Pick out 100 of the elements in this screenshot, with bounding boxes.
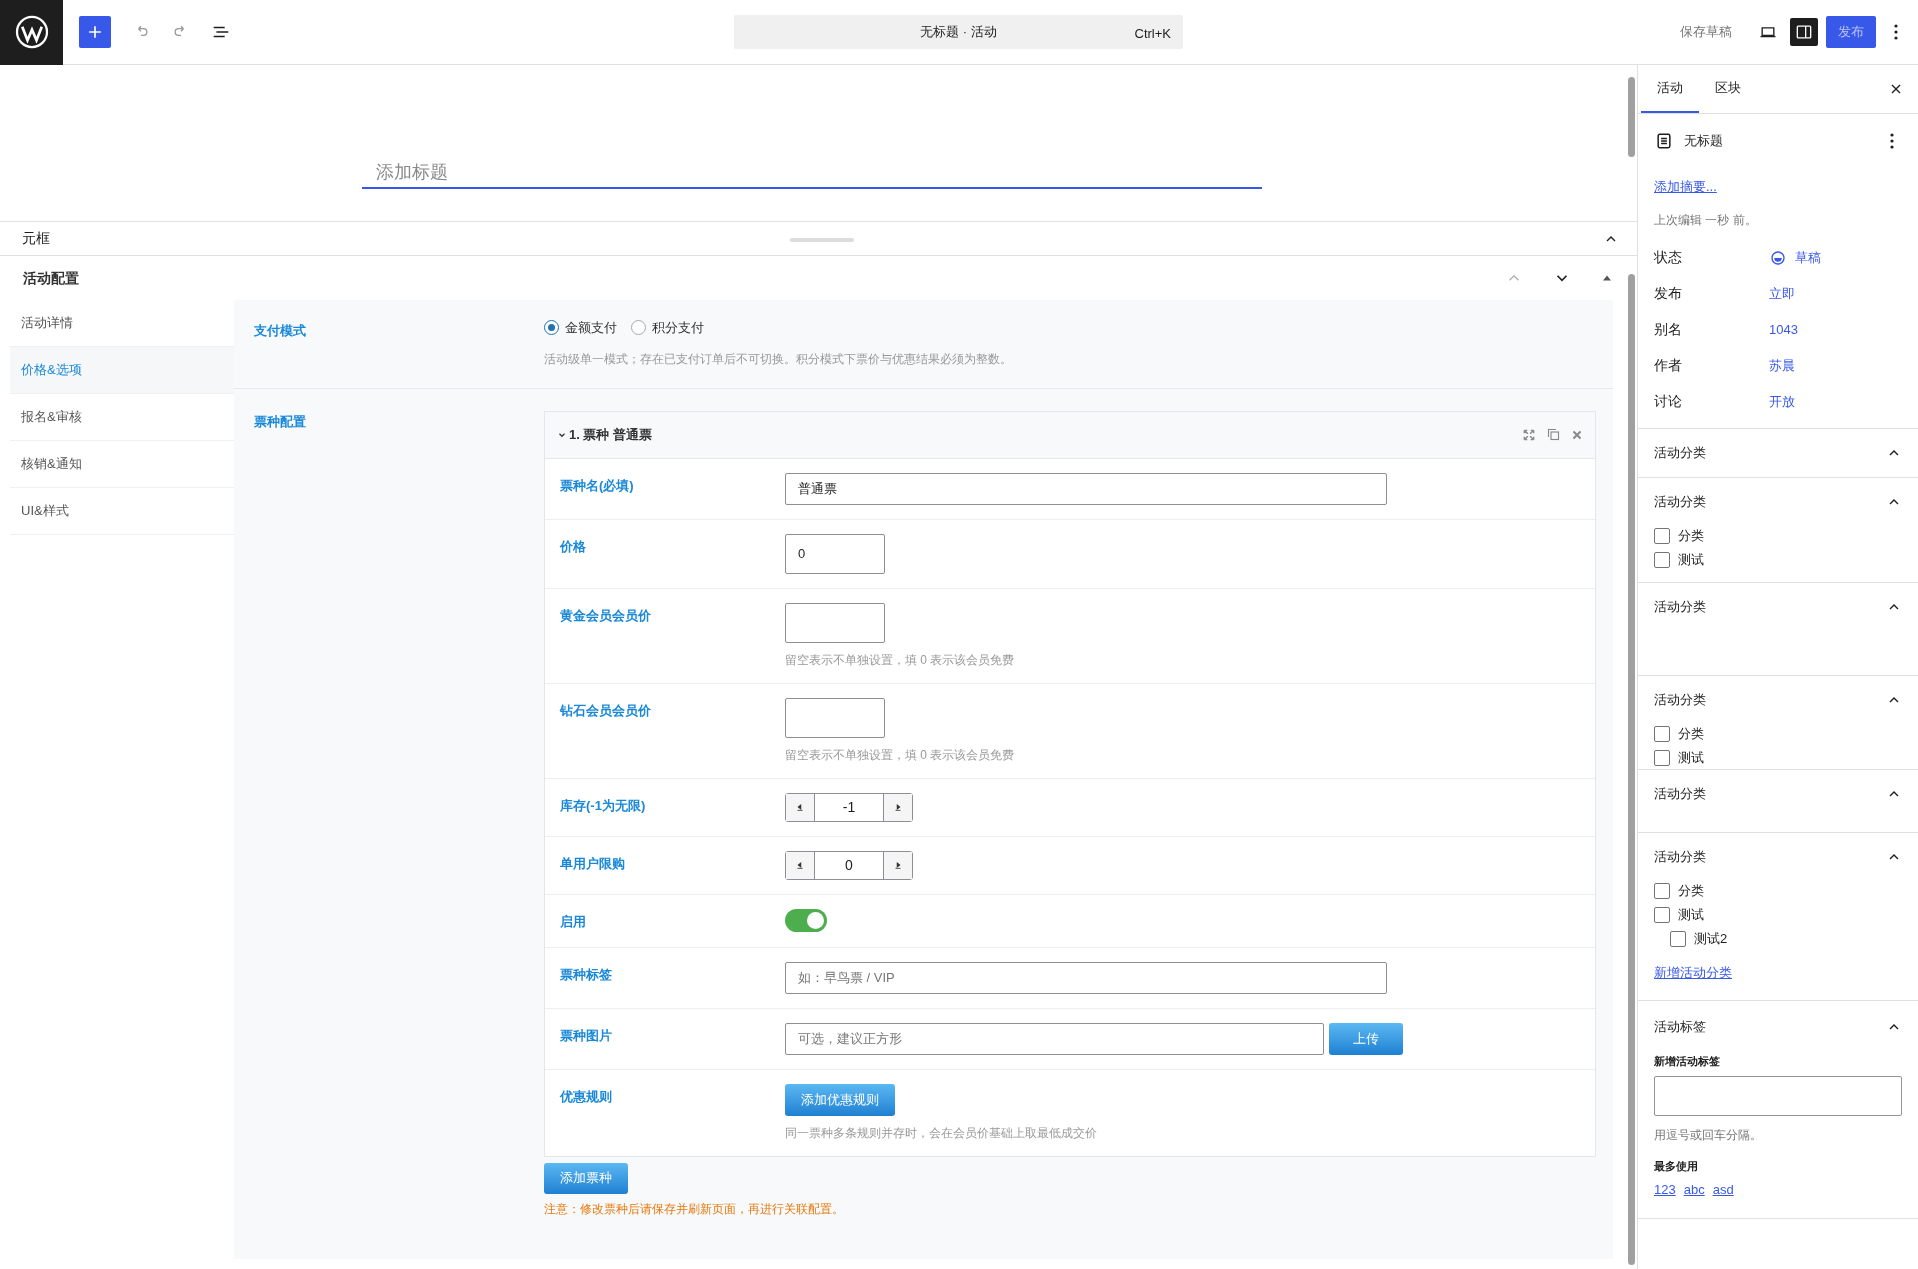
checkbox[interactable] (1654, 749, 1670, 766)
increment-icon (893, 860, 903, 870)
panel-title: 活动标签 (1654, 1018, 1706, 1037)
checkbox-option[interactable]: 测试2 (1670, 926, 1902, 951)
draft-status-icon (1769, 248, 1787, 267)
number-field[interactable]: 0 (815, 854, 883, 876)
checkbox[interactable] (1654, 882, 1670, 899)
meta-label: 状态 (1654, 248, 1683, 267)
nav-tab[interactable]: 价格&选项 (10, 347, 234, 394)
stepper-field[interactable]: -1 (785, 792, 913, 822)
last-edited-text: 上次编辑 一秒 前。 (1654, 211, 1758, 229)
sidebar-toggle-button[interactable] (1790, 18, 1818, 46)
text-field[interactable]: 如：早鸟票 / VIP (785, 961, 1387, 994)
field-label: 优惠规则 (560, 1088, 612, 1104)
tag-link[interactable]: asd (1712, 1180, 1734, 1200)
meta-label: 作者 (1654, 356, 1683, 375)
more-icon (1894, 24, 1898, 40)
checkbox-option[interactable]: 分类 (1654, 721, 1902, 746)
site-logo[interactable] (0, 0, 63, 65)
checkbox[interactable] (1670, 930, 1686, 947)
copy-icon (1546, 427, 1561, 442)
panel-title: 活动分类 (1654, 443, 1706, 462)
decrement-icon (795, 860, 805, 870)
checkbox[interactable] (1654, 527, 1670, 544)
checkbox-option[interactable]: 测试 (1654, 902, 1902, 927)
logo-icon (13, 14, 50, 50)
excerpt-link[interactable]: 添加摘要... (1654, 177, 1717, 197)
text-field[interactable]: 可选，建议正方形 (785, 1022, 1324, 1055)
checkbox-option[interactable]: 测试 (1654, 547, 1902, 572)
field-label: 票种标签 (560, 966, 612, 982)
tag-link[interactable]: 123 (1654, 1180, 1676, 1200)
checkbox-option[interactable]: 分类 (1654, 878, 1902, 903)
number-field[interactable]: 0 (785, 533, 885, 574)
decrement-icon (795, 802, 805, 812)
tag-input-field[interactable] (1654, 1075, 1902, 1116)
meta-value-button[interactable]: 草稿 (1769, 247, 1821, 268)
field-label: 钻石会员会员价 (560, 702, 651, 718)
meta-label: 讨论 (1654, 392, 1683, 411)
section-title: 活动配置 (23, 268, 79, 288)
radio-button[interactable] (631, 320, 646, 336)
command-bar[interactable]: 无标题 · 活动 Ctrl+K (734, 15, 1183, 49)
panel-title: 活动分类 (1654, 784, 1706, 803)
metabox-title: 元框 (22, 229, 50, 248)
add-category-link[interactable]: 新增活动分类 (1654, 962, 1732, 982)
toggle-switch[interactable] (785, 908, 827, 932)
shortcut-label: Ctrl+K (1134, 25, 1171, 43)
field-label: 票种名(必填) (560, 477, 634, 493)
checkbox-option[interactable]: 分类 (1654, 523, 1902, 548)
sidebar-tab[interactable]: 活动 (1641, 65, 1699, 113)
title-field[interactable]: 添加标题 (362, 163, 1262, 189)
number-field[interactable] (785, 602, 885, 643)
close-icon (1571, 428, 1583, 441)
remove-button[interactable] (1571, 428, 1583, 441)
radio-option[interactable]: 积分支付 (631, 318, 704, 338)
save-draft-button[interactable]: 保存草稿 (1670, 16, 1742, 48)
checkbox[interactable] (1654, 725, 1670, 742)
field-label: 黄金会员会员价 (560, 607, 651, 623)
increment-icon (893, 802, 903, 812)
radio-button[interactable] (544, 320, 559, 336)
document-title: 无标题 · 活动 (920, 23, 997, 42)
panel-title: 活动分类 (1654, 492, 1706, 511)
hint-text: 留空表示不单独设置，填 0 表示该会员免费 (785, 746, 1015, 764)
meta-value-button[interactable]: 立即 (1769, 283, 1795, 304)
duplicate-button[interactable] (1546, 427, 1561, 442)
field-label: 单用户限购 (560, 855, 625, 871)
card-title: 1. 票种 普通票 (569, 425, 653, 444)
meta-value-button[interactable]: 1043 (1769, 319, 1798, 340)
field-label: 库存(-1为无限) (560, 797, 646, 813)
expand-button[interactable] (1522, 427, 1536, 442)
checkbox-option[interactable]: 测试 (1654, 745, 1902, 769)
hint-text: 留空表示不单独设置，填 0 表示该会员免费 (785, 651, 1015, 669)
resize-handle[interactable] (790, 238, 854, 242)
field-label: 新增活动标签 (1654, 1054, 1721, 1069)
number-field[interactable]: -1 (815, 796, 883, 818)
hint-text: 用逗号或回车分隔。 (1654, 1126, 1763, 1144)
meta-value-button[interactable]: 苏晨 (1769, 355, 1795, 376)
stepper-field[interactable]: 0 (785, 850, 913, 880)
panel-title: 活动分类 (1654, 690, 1706, 709)
field-label: 价格 (560, 538, 586, 554)
number-field[interactable] (785, 697, 885, 738)
text-field[interactable]: 普通票 (785, 472, 1387, 505)
sidebar-tab[interactable]: 区块 (1699, 65, 1757, 113)
tag-link[interactable]: abc (1683, 1180, 1705, 1200)
more-button[interactable] (1890, 133, 1894, 149)
field-label: 票种图片 (560, 1027, 612, 1043)
more-icon (1890, 133, 1894, 149)
radio-option[interactable]: 金额支付 (544, 318, 617, 338)
meta-value-button[interactable]: 开放 (1769, 391, 1795, 412)
document-icon (1654, 131, 1674, 151)
add-block-button[interactable] (79, 16, 111, 48)
field-label: 启用 (560, 913, 586, 929)
checkbox[interactable] (1654, 551, 1670, 568)
hint-text: 活动级单一模式；存在已支付订单后不可切换。积分模式下票价与优惠结果必须为整数。 (544, 350, 1012, 368)
post-title: 无标题 (1684, 132, 1723, 151)
meta-label: 发布 (1654, 284, 1683, 303)
checkbox[interactable] (1654, 906, 1670, 923)
hint-text: 同一票种多条规则并存时，会在会员价基础上取最低成交价 (785, 1124, 1097, 1142)
panel-title: 活动分类 (1654, 847, 1706, 866)
panel-title: 活动分类 (1654, 597, 1706, 616)
meta-label: 别名 (1654, 320, 1683, 339)
